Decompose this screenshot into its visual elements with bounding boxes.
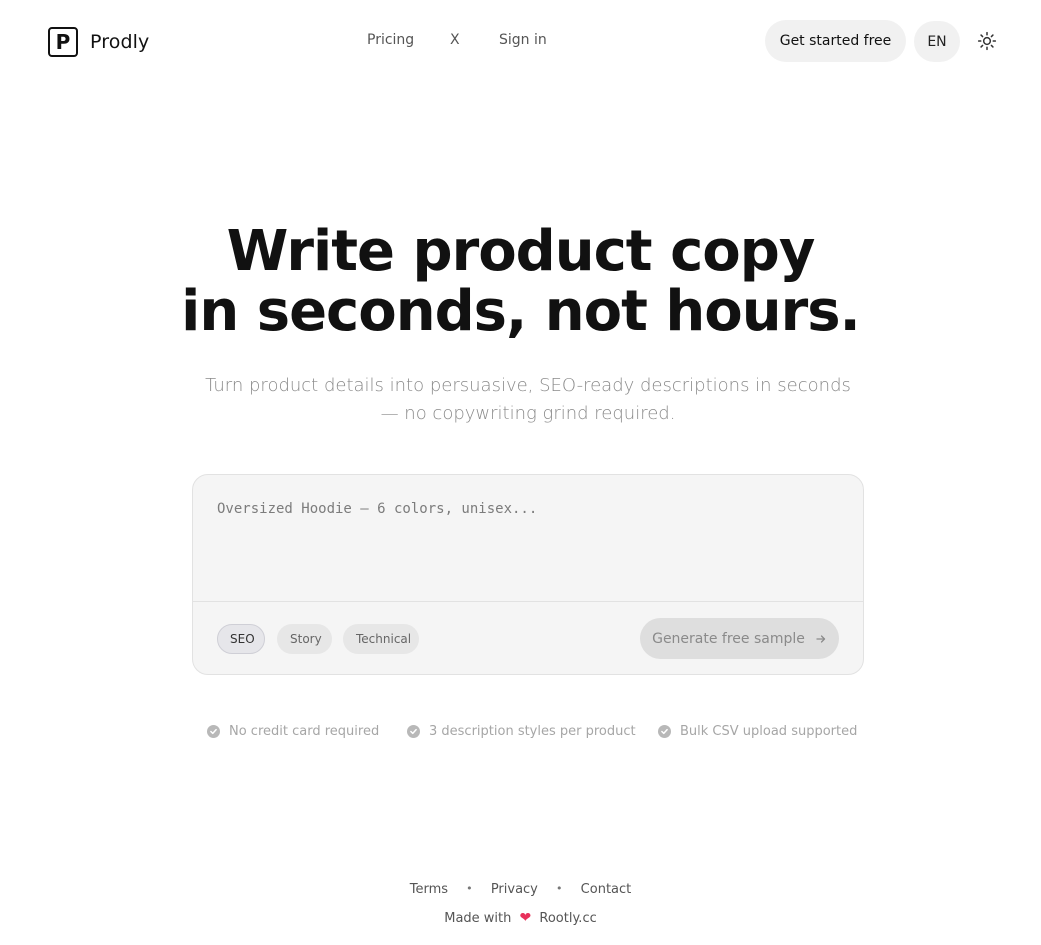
feature-label: No credit card required	[229, 724, 380, 739]
heart-icon: ❤	[519, 910, 532, 926]
hero-title-line-2: in seconds, not hours.	[181, 279, 861, 344]
site-header: P Prodly Pricing X Sign in Get started f…	[0, 0, 1041, 84]
logo-icon: P	[48, 27, 78, 57]
sun-icon	[977, 31, 997, 51]
footer-separator: •	[556, 882, 563, 895]
theme-toggle-button[interactable]	[974, 28, 1000, 54]
brand-link[interactable]: P Prodly	[48, 27, 149, 57]
check-circle-icon	[658, 725, 671, 738]
made-with-credit: Made with ❤ Rootly.cc	[0, 910, 1041, 926]
footer-links: Terms • Privacy • Contact	[0, 882, 1041, 897]
footer-separator: •	[466, 882, 473, 895]
hero-subtitle: Turn product details into persuasive, SE…	[200, 372, 856, 428]
card-divider	[193, 601, 863, 602]
made-with-site-link[interactable]: Rootly.cc	[539, 911, 596, 926]
feature-item: 3 description styles per product	[407, 724, 636, 739]
generate-sample-label: Generate free sample	[652, 630, 805, 647]
made-with-label: Made with	[444, 911, 512, 926]
product-input-card: SEO Story Technical Generate free sample	[192, 474, 864, 675]
footer-link-privacy[interactable]: Privacy	[491, 882, 538, 897]
hero-title: Write product copy in seconds, not hours…	[0, 222, 1041, 342]
check-circle-icon	[207, 725, 220, 738]
feature-item: Bulk CSV upload supported	[658, 724, 857, 739]
check-circle-icon	[407, 725, 420, 738]
brand-name: Prodly	[90, 31, 150, 53]
generate-sample-button[interactable]: Generate free sample	[640, 618, 839, 659]
style-chip-seo[interactable]: SEO	[217, 624, 265, 654]
style-chip-story[interactable]: Story	[277, 624, 332, 654]
style-chip-technical[interactable]: Technical	[343, 624, 419, 654]
arrow-right-icon	[816, 634, 826, 643]
hero-subtitle-line-2: — no copywriting grind required.	[380, 403, 676, 424]
feature-item: No credit card required	[207, 724, 379, 739]
hero-title-line-1: Write product copy	[226, 219, 816, 284]
hero-subtitle-line-1: Turn product details into persuasive, SE…	[205, 375, 851, 396]
nav-sign-in[interactable]: Sign in	[499, 32, 547, 48]
feature-label: Bulk CSV upload supported	[680, 724, 858, 739]
footer-link-contact[interactable]: Contact	[581, 882, 632, 897]
language-button[interactable]: EN	[914, 21, 960, 62]
product-details-input[interactable]	[209, 493, 847, 593]
logo-letter: P	[55, 30, 71, 54]
nav-x[interactable]: X	[450, 32, 460, 48]
landing-page: P Prodly Pricing X Sign in Get started f…	[0, 0, 1041, 945]
footer-link-terms[interactable]: Terms	[410, 882, 448, 897]
feature-label: 3 description styles per product	[429, 724, 636, 739]
get-started-button[interactable]: Get started free	[765, 20, 906, 62]
nav-pricing[interactable]: Pricing	[367, 32, 414, 48]
